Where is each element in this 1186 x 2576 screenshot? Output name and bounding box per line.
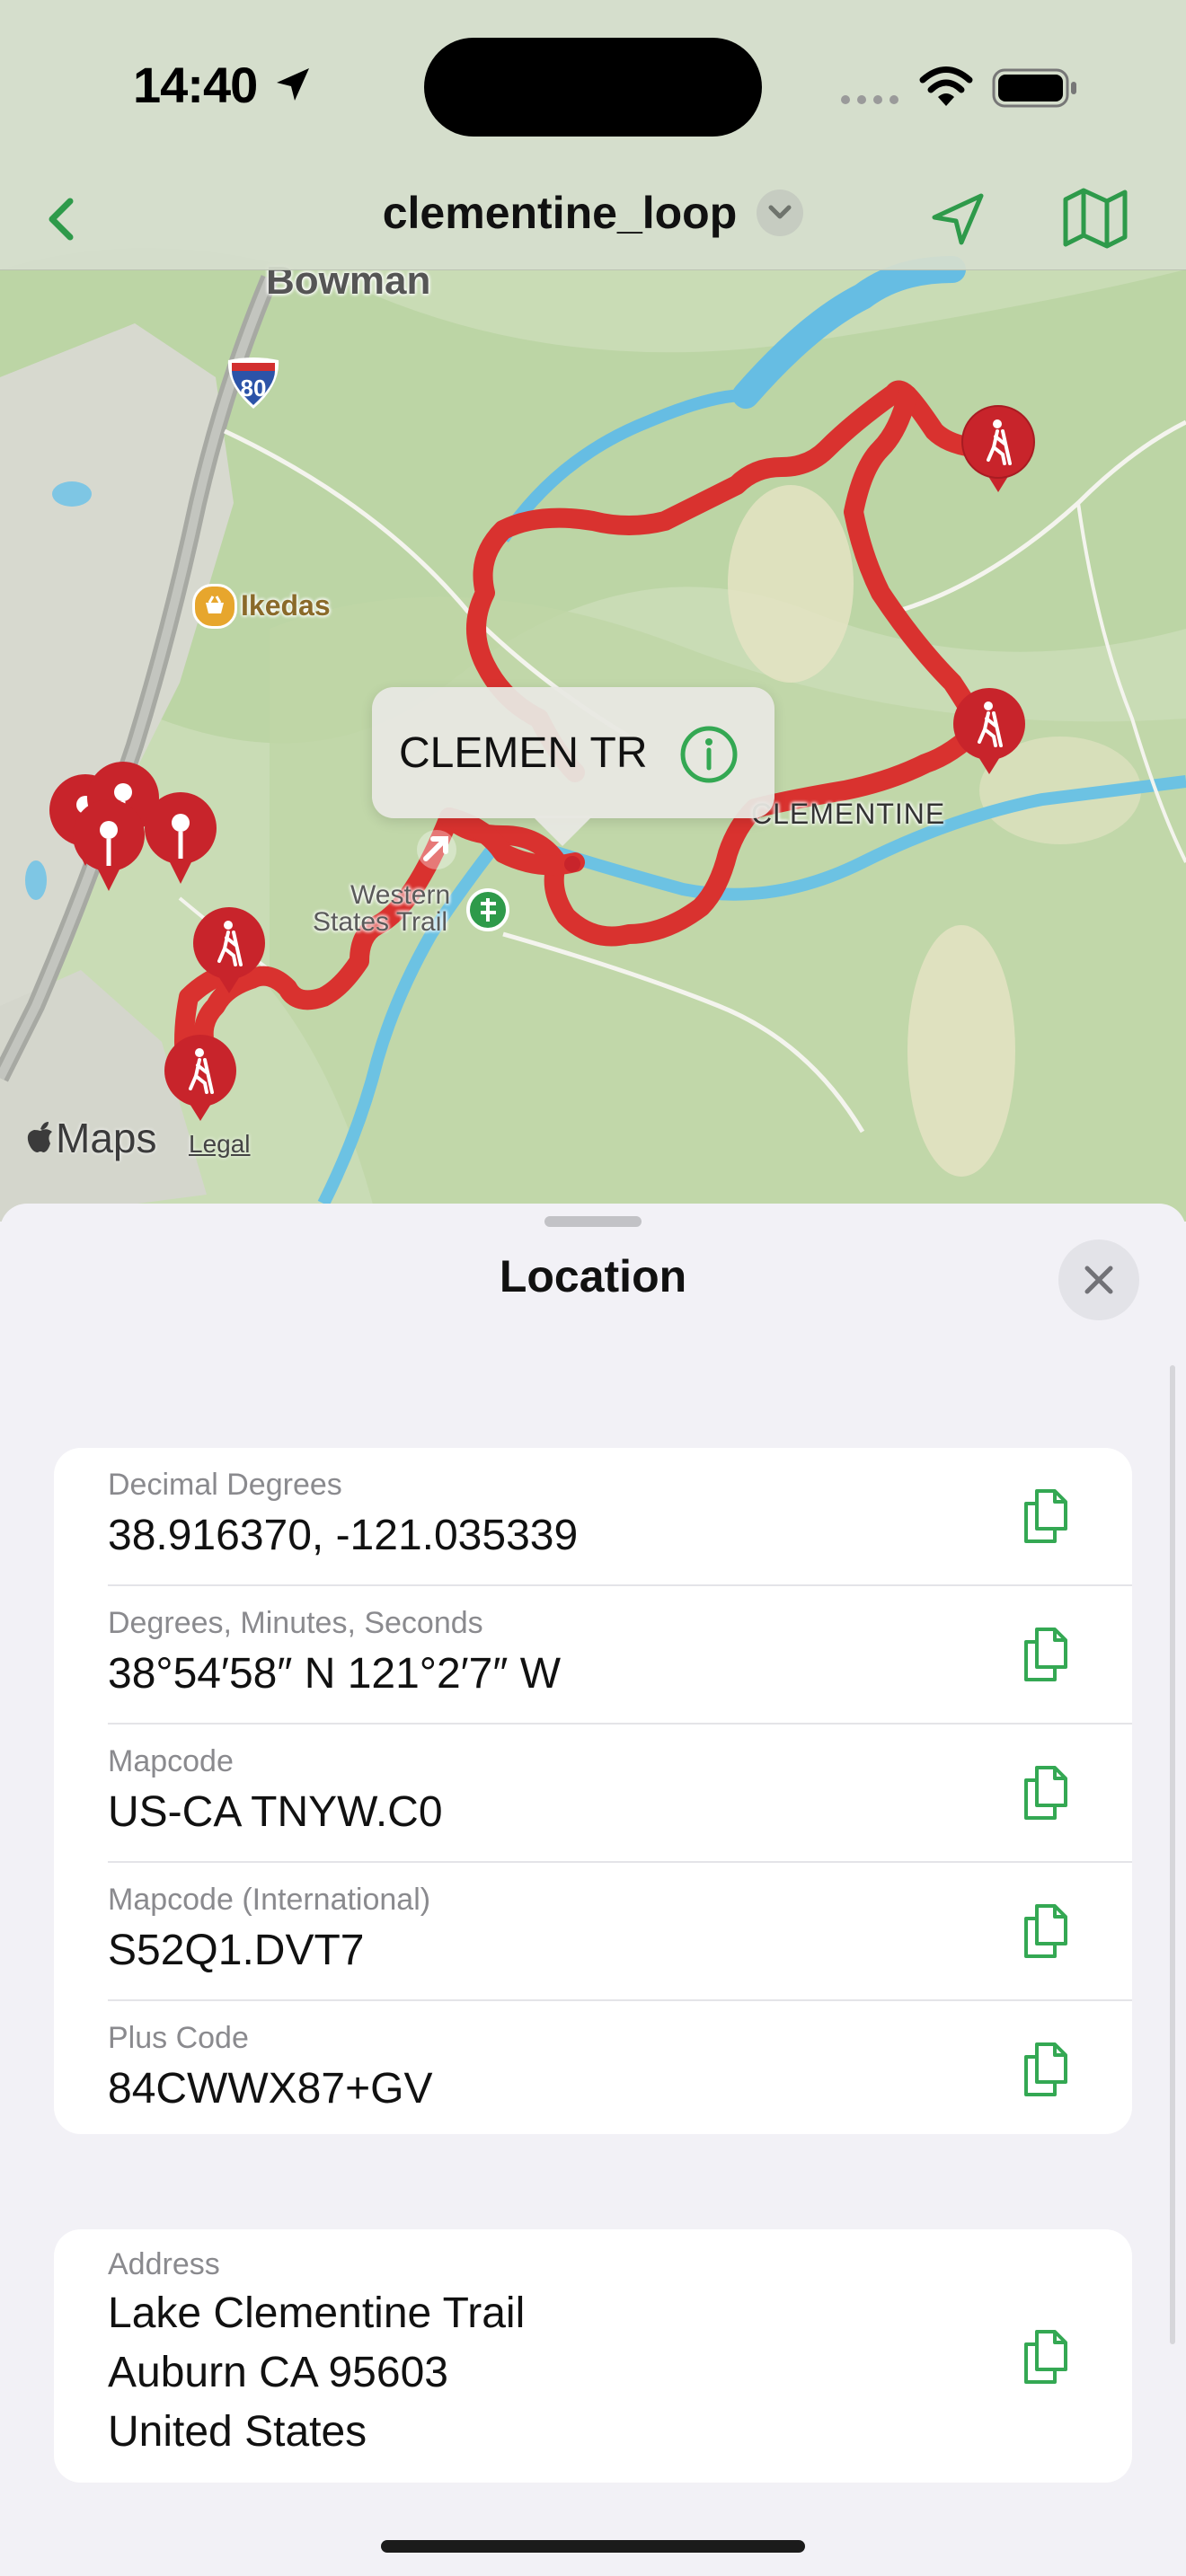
sheet-grabber[interactable] [544,1216,642,1227]
cellular-signal-icon [841,95,898,104]
map-type-button[interactable] [1057,180,1134,257]
hiker-pin-icon[interactable] [958,404,1039,498]
apple-logo-icon [27,1122,52,1152]
copy-button[interactable] [1013,1484,1078,1548]
coordinate-row-dms: Degrees, Minutes, Seconds 38°54′58″ N 12… [108,1586,1132,1725]
location-arrow-icon [932,193,984,245]
copy-document-icon [1024,2042,1067,2096]
hiker-pin-icon[interactable] [949,686,1030,781]
copy-button[interactable] [1013,1760,1078,1825]
copy-document-icon [1024,2330,1067,2384]
location-arrow-icon [277,68,309,101]
row-label: Mapcode [108,1744,234,1778]
map-label-store: Ikedas [241,589,331,622]
interstate-shield: 80 [225,355,282,410]
scroll-indicator [1170,1365,1175,2344]
address-card: Address Lake Clementine Trail Auburn CA … [54,2229,1132,2483]
copy-button[interactable] [1013,1622,1078,1687]
row-label: Mapcode (International) [108,1883,431,1917]
callout-pointer [532,816,593,846]
interstate-shield-number: 80 [240,375,267,401]
row-label: Plus Code [108,2021,249,2055]
copy-document-icon [1024,1904,1067,1958]
callout-title: CLEMEN TR [399,729,648,777]
copy-document-icon [1024,1766,1067,1820]
info-circle-icon[interactable] [679,725,739,789]
hiker-pin-icon[interactable] [189,905,270,1000]
home-indicator[interactable] [381,2540,805,2553]
address-line: United States [108,2408,367,2456]
current-location-button[interactable] [925,181,988,253]
status-time: 14:40 [133,57,258,113]
address-line: Lake Clementine Trail [108,2289,526,2337]
navigation-bar: clementine_loop [0,171,1186,270]
pushpin-icon[interactable] [140,790,221,894]
copy-button[interactable] [1013,1899,1078,1963]
map-label-trail-line2: States Trail [313,907,448,937]
sheet-title: Location [499,1251,687,1301]
chevron-down-icon[interactable] [757,190,804,236]
row-label: Degrees, Minutes, Seconds [108,1606,483,1640]
location-sheet: Location Decimal Degrees 38.916370, -121… [0,1204,1186,2576]
wifi-icon [919,66,973,106]
map-label-area: CLEMENTINE [751,798,946,830]
row-value: 38°54′58″ N 121°2′7″ W [108,1650,561,1698]
dynamic-island [424,38,762,137]
row-value: S52Q1.DVT7 [108,1927,365,1974]
battery-icon [992,68,1076,108]
address-line: Auburn CA 95603 [108,2349,448,2396]
copy-button[interactable] [1013,2325,1078,2389]
coordinate-row-mapcode: Mapcode US-CA TNYW.C0 [108,1725,1132,1863]
coordinate-row-decimal-degrees: Decimal Degrees 38.916370, -121.035339 [108,1448,1132,1586]
map-callout[interactable]: CLEMEN TR [372,687,774,818]
maps-logo-text: Maps [56,1115,157,1161]
maps-logo: Maps [25,1114,156,1162]
title-menu[interactable]: clementine_loop [0,187,1186,239]
row-value: US-CA TNYW.C0 [108,1788,443,1836]
legal-link[interactable]: Legal [189,1130,251,1159]
page-title: clementine_loop [382,188,738,238]
map-label-trail-line1: Western [350,880,451,910]
address-row: Address Lake Clementine Trail Auburn CA … [108,2229,1132,2483]
close-button[interactable] [1058,1239,1139,1320]
close-icon [1084,1266,1113,1294]
address-label: Address [108,2247,220,2281]
coordinate-row-mapcode-international: Mapcode (International) S52Q1.DVT7 [108,1863,1132,2001]
coordinate-row-plus-code: Plus Code 84CWWX87+GV [108,2001,1132,2134]
hiker-pin-icon[interactable] [160,1033,241,1127]
copy-document-icon [1024,1628,1067,1681]
row-value: 38.916370, -121.035339 [108,1512,579,1559]
copy-document-icon [1024,1489,1067,1543]
copy-button[interactable] [1013,2037,1078,2102]
pushpin-icon[interactable] [68,798,149,901]
status-bar: 14:40 [0,0,1186,171]
row-value: 84CWWX87+GV [108,2065,433,2113]
row-label: Decimal Degrees [108,1468,342,1502]
coordinates-card: Decimal Degrees 38.916370, -121.035339 D… [54,1448,1132,2134]
map-icon [1063,188,1128,249]
store-icon [192,584,237,629]
